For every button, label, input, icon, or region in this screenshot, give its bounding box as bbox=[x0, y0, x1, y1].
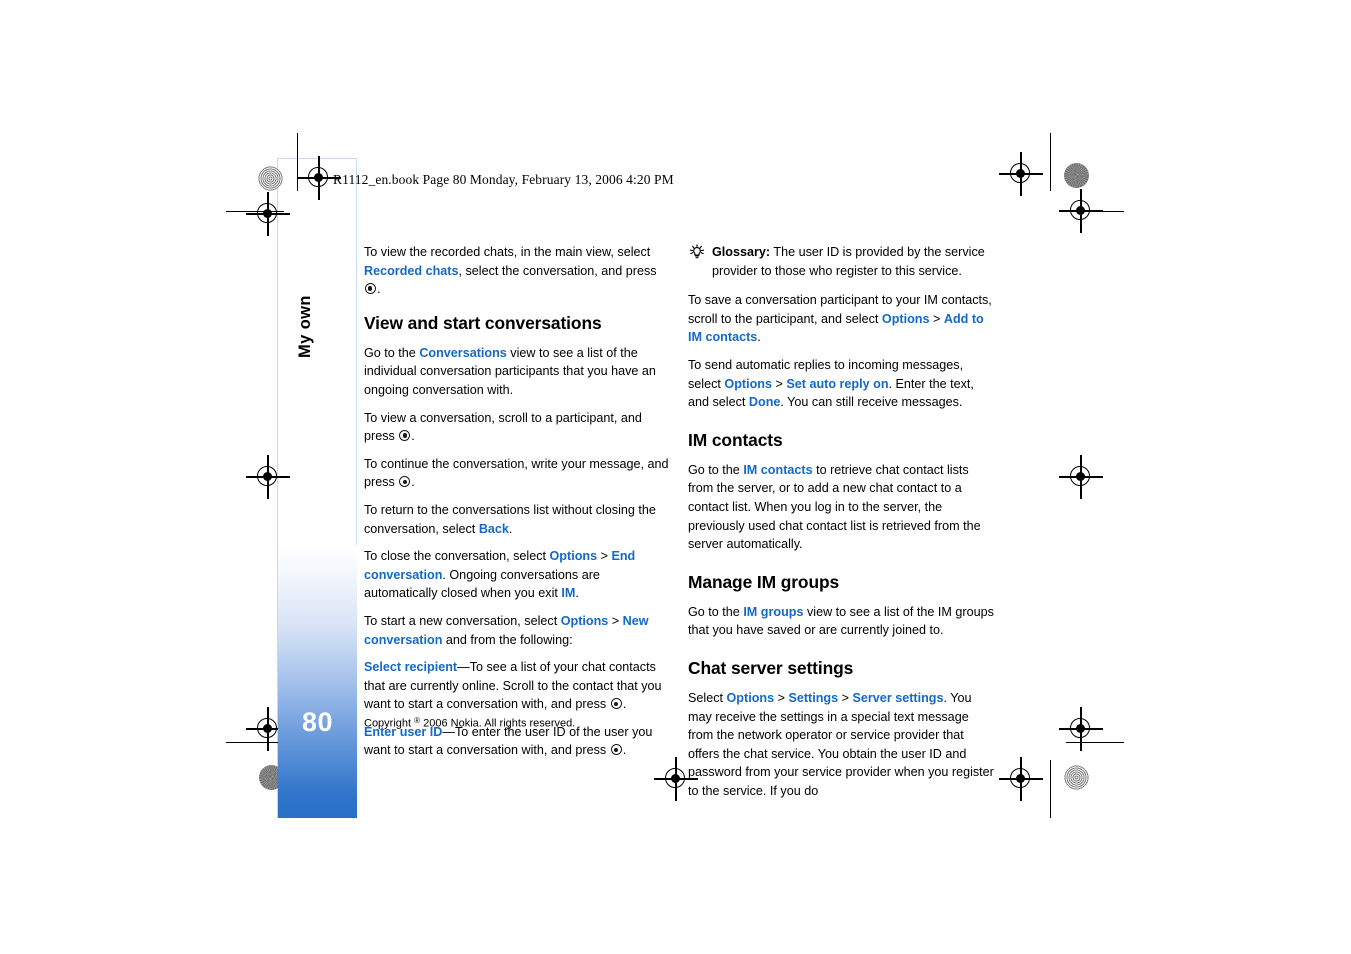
scroll-key-icon bbox=[399, 476, 411, 488]
text-fragment: . bbox=[575, 586, 579, 601]
paragraph-im-contacts-body: Go to the IM contacts to retrieve chat c… bbox=[688, 461, 996, 554]
heading-manage-im-groups: Manage IM groups bbox=[688, 571, 840, 592]
paragraph-save-participant: To save a conversation participant to yo… bbox=[688, 291, 996, 347]
scroll-key-icon bbox=[610, 744, 622, 756]
menu-separator: > bbox=[771, 376, 787, 391]
paragraph-continue-conversation: To continue the conversation, write your… bbox=[364, 456, 669, 490]
tip-bulb-icon bbox=[688, 244, 706, 260]
paragraph-im-groups-body: Go to the IM groups view to see a list o… bbox=[688, 603, 996, 640]
text-fragment: To close the conversation, select bbox=[364, 549, 550, 564]
copyright-notice: Copyright ® 2006 Nokia. All rights reser… bbox=[364, 713, 575, 732]
chapter-label: My own bbox=[296, 295, 314, 358]
left-column: To view the recorded chats, in the main … bbox=[364, 243, 669, 769]
paragraph-start-new-conversation: To start a new conversation, select Opti… bbox=[364, 612, 669, 649]
glossary-label: Glossary: bbox=[712, 245, 771, 259]
right-column: Glossary: The user ID is provided by the… bbox=[688, 243, 996, 809]
text-fragment: , select the conversation, and press bbox=[458, 263, 657, 278]
page-number: 80 bbox=[301, 707, 334, 737]
text-fragment: . You can still receive messages. bbox=[780, 395, 963, 410]
registration-mark-right-middle bbox=[1059, 455, 1103, 499]
ui-term-options: Options bbox=[549, 549, 598, 564]
paragraph-return-to-list: To return to the conversations list with… bbox=[364, 501, 669, 538]
text-fragment: Go to the bbox=[364, 345, 420, 360]
crop-line-bottom-right-vertical bbox=[1050, 760, 1052, 818]
menu-separator: > bbox=[608, 613, 623, 628]
registration-mark-left-middle bbox=[246, 455, 290, 499]
text-fragment: Go to the bbox=[688, 462, 744, 477]
menu-separator: > bbox=[838, 690, 853, 705]
glossary-note: Glossary: The user ID is provided by the… bbox=[688, 243, 996, 280]
ui-term-recorded-chats: Recorded chats bbox=[364, 263, 459, 278]
halftone-patch-top-left bbox=[258, 166, 283, 191]
paragraph-recorded-chats: To view the recorded chats, in the main … bbox=[364, 245, 657, 297]
ui-term-select-recipient: Select recipient bbox=[364, 660, 458, 675]
text-fragment: Copyright bbox=[364, 717, 415, 730]
ui-term-back: Back bbox=[478, 521, 509, 536]
scroll-key-icon bbox=[610, 698, 622, 710]
scroll-key-icon bbox=[365, 283, 376, 295]
ui-term-options: Options bbox=[724, 376, 772, 391]
chapter-tab-gradient bbox=[278, 545, 357, 818]
ui-term-done: Done bbox=[748, 395, 781, 410]
ui-term-im-contacts: IM contacts bbox=[743, 462, 813, 477]
menu-separator: > bbox=[597, 549, 612, 564]
ui-term-options: Options bbox=[881, 311, 930, 326]
menu-separator: > bbox=[774, 690, 789, 705]
paragraph-view-conversation: To view a conversation, scroll to a part… bbox=[364, 410, 642, 444]
menu-separator: > bbox=[929, 311, 944, 326]
text-fragment: . You may receive the settings in a spec… bbox=[688, 690, 994, 798]
heading-view-and-start-conversations: View and start conversations bbox=[364, 312, 602, 333]
paragraph-server-settings-body: Select Options > Settings > Server setti… bbox=[688, 689, 996, 801]
text-fragment: and from the following: bbox=[442, 632, 573, 647]
scroll-key-icon bbox=[399, 430, 411, 442]
text-fragment: . bbox=[757, 330, 761, 345]
text-fragment: To start a new conversation, select bbox=[364, 613, 561, 628]
halftone-patch-top-right bbox=[1064, 163, 1089, 188]
glossary-note-text: Glossary: The user ID is provided by the… bbox=[712, 243, 996, 280]
paragraph-close-conversation: To close the conversation, select Option… bbox=[364, 547, 669, 603]
text-fragment: Go to the bbox=[688, 604, 744, 619]
text-fragment: To view the recorded chats, in the main … bbox=[364, 245, 651, 259]
ui-term-options: Options bbox=[726, 690, 775, 705]
ui-term-server-settings: Server settings bbox=[852, 690, 944, 705]
registration-mark-top-right bbox=[999, 152, 1043, 196]
paragraph-conversations-view: Go to the Conversations view to see a li… bbox=[364, 344, 669, 400]
registration-mark-left-upper bbox=[246, 192, 290, 236]
ui-term-settings: Settings bbox=[788, 690, 839, 705]
ui-term-im: IM bbox=[561, 586, 576, 601]
text-fragment: 2006 Nokia. All rights reserved. bbox=[420, 717, 576, 730]
registration-mark-top-right-outer bbox=[1059, 189, 1103, 233]
ui-term-options: Options bbox=[560, 613, 609, 628]
text-fragment: . bbox=[508, 521, 513, 536]
ui-term-im-groups: IM groups bbox=[743, 604, 804, 619]
halftone-patch-bottom-right bbox=[1064, 765, 1089, 790]
running-header: R1112_en.book Page 80 Monday, February 1… bbox=[333, 172, 674, 187]
registration-mark-bottom-right bbox=[999, 757, 1043, 801]
ui-term-set-auto-reply-on: Set auto reply on bbox=[786, 376, 889, 391]
heading-im-contacts: IM contacts bbox=[688, 429, 783, 450]
text-fragment: Select bbox=[688, 690, 727, 705]
crop-line-top-right-vertical bbox=[1050, 133, 1052, 191]
registration-mark-right-lower bbox=[1059, 707, 1103, 751]
paragraph-auto-reply: To send automatic replies to incoming me… bbox=[688, 356, 996, 412]
paragraph-select-recipient: Select recipient—To see a list of your c… bbox=[364, 660, 662, 712]
heading-chat-server-settings: Chat server settings bbox=[688, 657, 854, 678]
ui-term-conversations: Conversations bbox=[419, 345, 507, 360]
text-fragment: To continue the conversation, write your… bbox=[364, 456, 669, 490]
